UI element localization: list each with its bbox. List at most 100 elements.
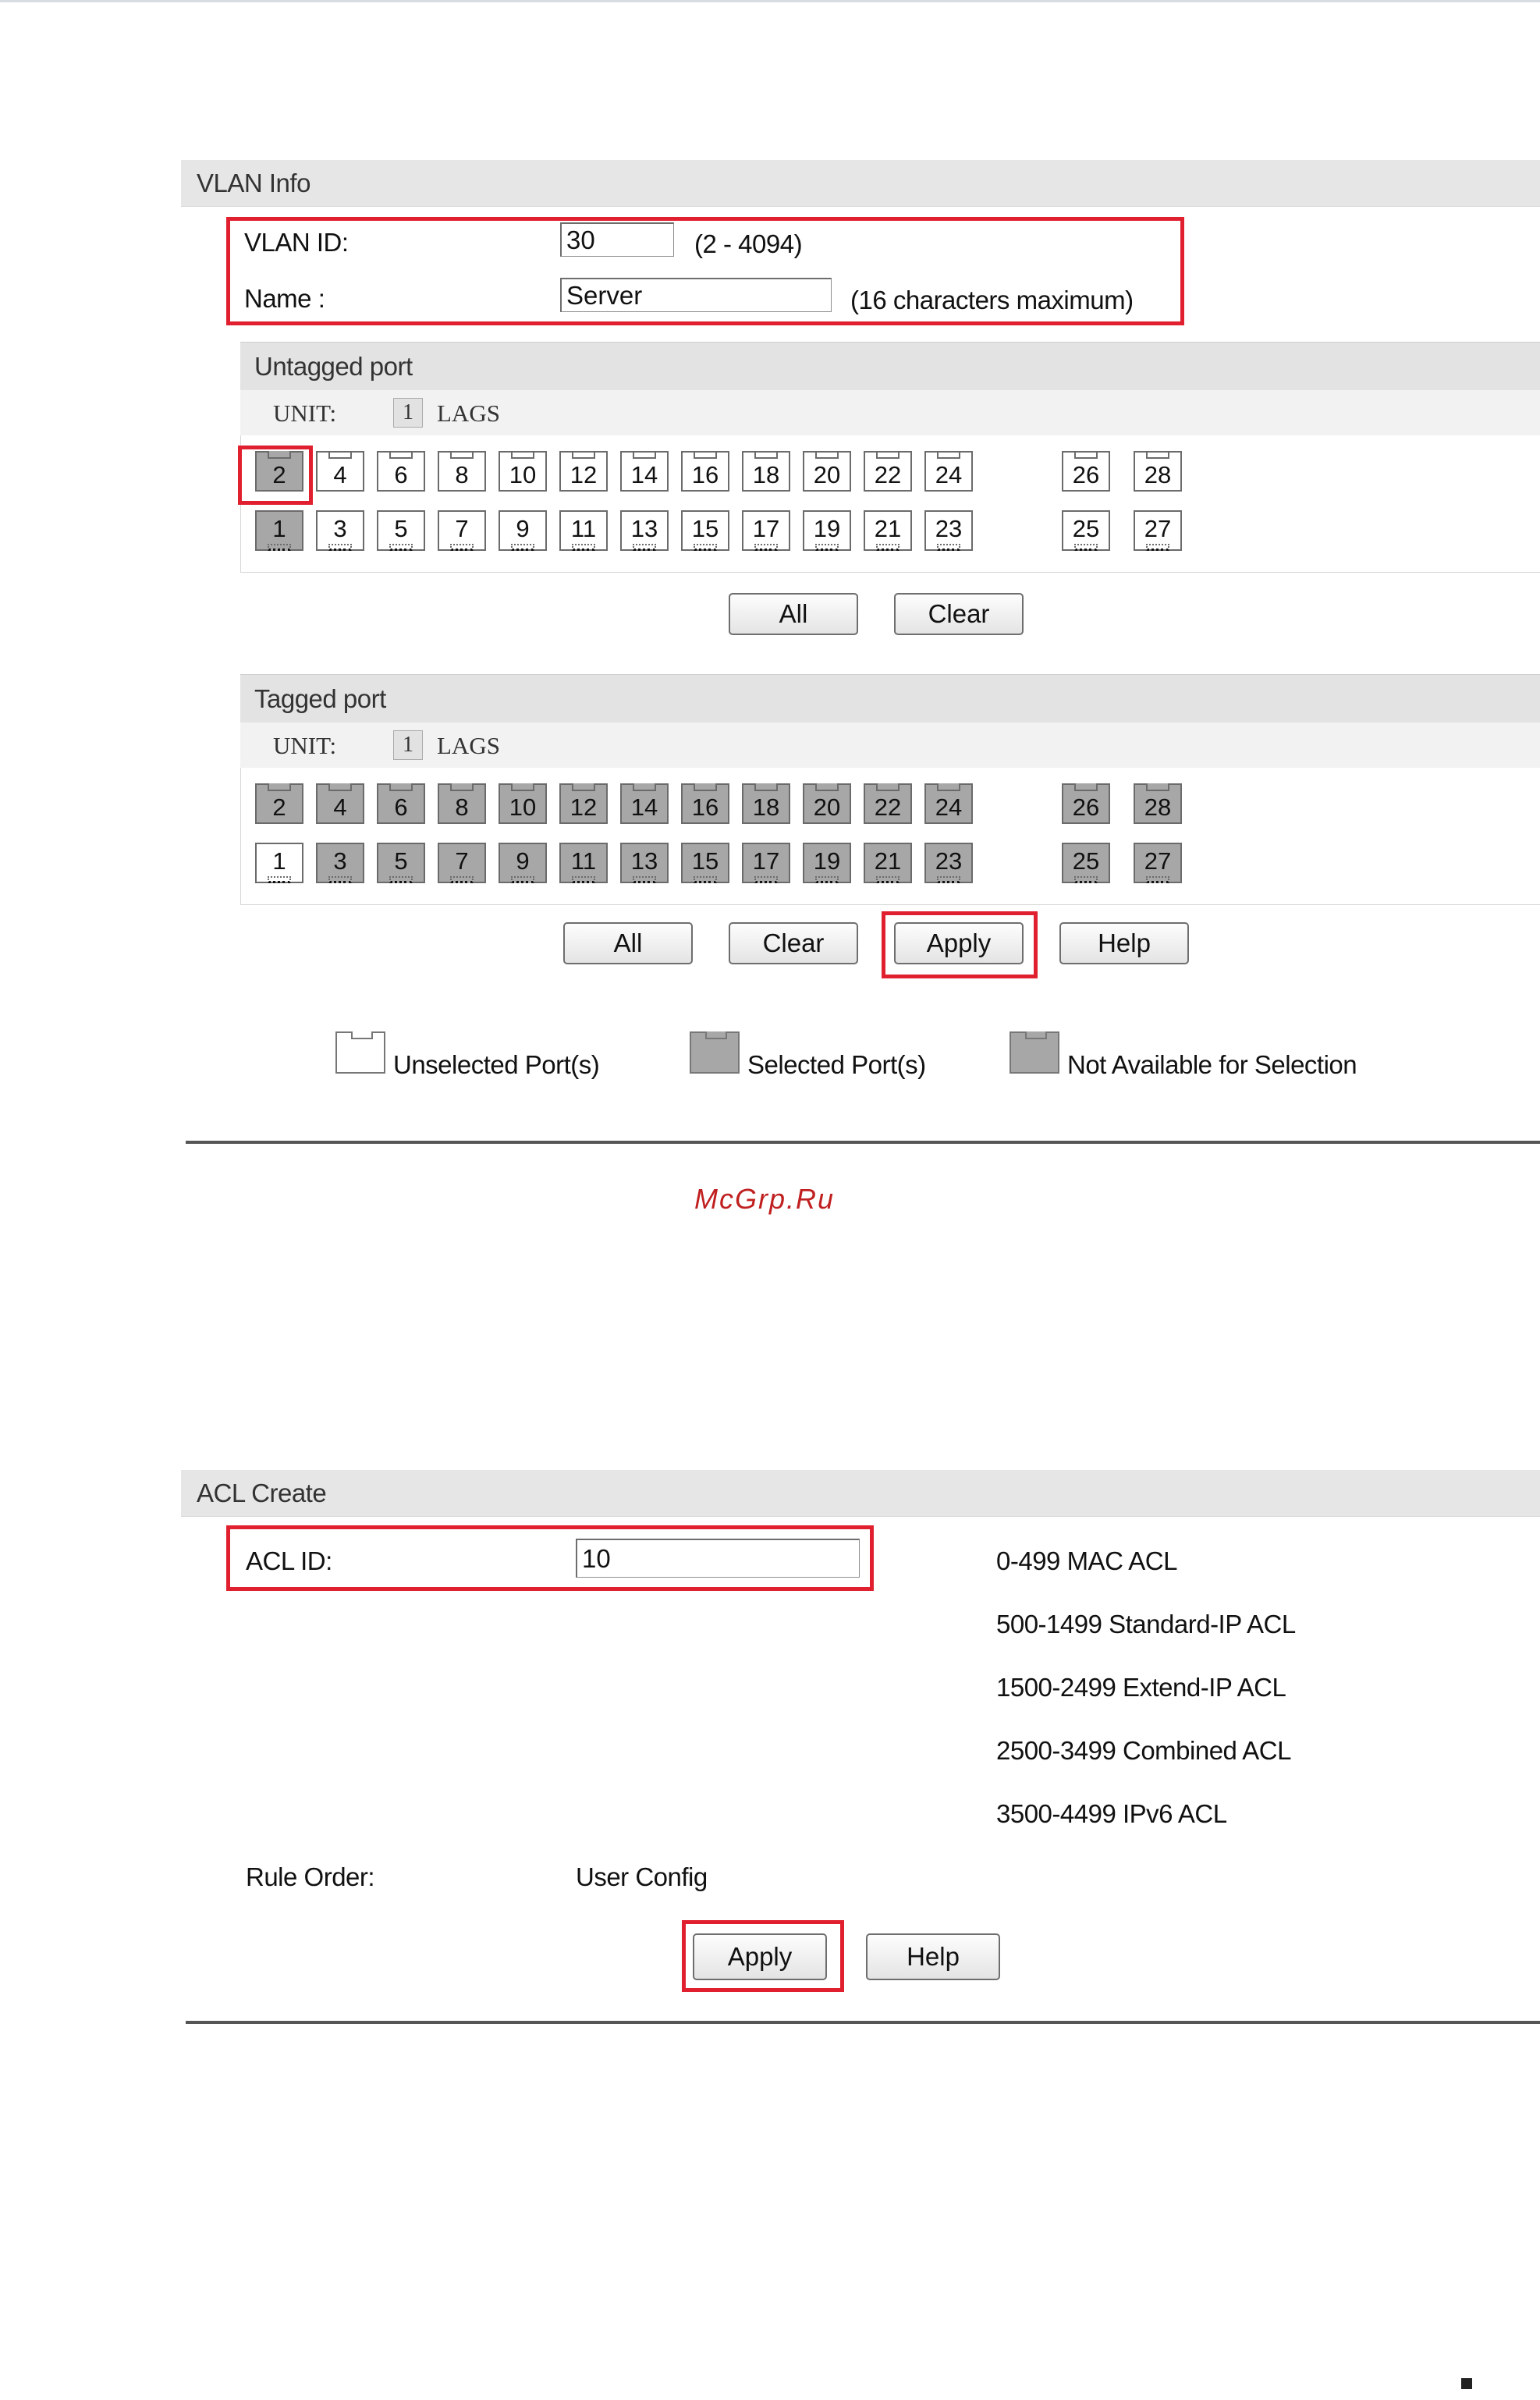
- untagged-clear-button[interactable]: Clear: [894, 593, 1024, 635]
- tagged-port-grid: 2 4 6 8 10 12 14 16 18 20 22 24 26 28 1 3 5 7 9 11 13 15 17 19…: [240, 768, 1540, 905]
- port-27[interactable]: 27: [1134, 510, 1182, 551]
- vlan-help-button[interactable]: Help: [1059, 922, 1189, 964]
- port-5[interactable]: 5: [377, 510, 425, 551]
- port-18[interactable]: 18: [742, 451, 790, 492]
- port-notch: [389, 876, 413, 883]
- port-notch: [572, 783, 595, 791]
- port-17[interactable]: 17: [742, 510, 790, 551]
- port-17[interactable]: 17: [742, 843, 790, 883]
- acl-range-ipv6: 3500-4499 IPv6 ACL: [996, 1799, 1227, 1828]
- port-21[interactable]: 21: [864, 510, 912, 551]
- port-14[interactable]: 14: [620, 451, 669, 492]
- port-6[interactable]: 6: [377, 783, 425, 824]
- port-notch: [633, 451, 656, 459]
- lags-link[interactable]: LAGS: [437, 399, 500, 428]
- acl-help-button[interactable]: Help: [866, 1933, 1000, 1980]
- port-12[interactable]: 12: [559, 783, 608, 824]
- port-number: 21: [874, 515, 902, 542]
- port-number: 4: [333, 461, 347, 488]
- port-28[interactable]: 28: [1134, 783, 1182, 824]
- port-18[interactable]: 18: [742, 783, 790, 824]
- port-notch: [694, 783, 717, 791]
- tagged-clear-button[interactable]: Clear: [729, 922, 858, 964]
- port-7[interactable]: 7: [438, 510, 486, 551]
- port-10[interactable]: 10: [499, 451, 547, 492]
- port-9[interactable]: 9: [499, 510, 547, 551]
- port-27[interactable]: 27: [1134, 843, 1182, 883]
- port-14[interactable]: 14: [620, 783, 669, 824]
- port-8[interactable]: 8: [438, 451, 486, 492]
- vlan-name-input[interactable]: [560, 278, 832, 312]
- port-number: 10: [509, 461, 537, 488]
- port-number: 25: [1072, 515, 1100, 542]
- port-4[interactable]: 4: [316, 451, 364, 492]
- port-20[interactable]: 20: [803, 783, 851, 824]
- port-16[interactable]: 16: [681, 451, 729, 492]
- port-number: 17: [752, 847, 780, 875]
- port-number: 18: [752, 793, 780, 821]
- port-1[interactable]: 1: [255, 510, 303, 551]
- port-notch: [389, 783, 413, 791]
- port-1[interactable]: 1: [255, 843, 303, 883]
- port-4[interactable]: 4: [316, 783, 364, 824]
- port-7[interactable]: 7: [438, 843, 486, 883]
- port-3[interactable]: 3: [316, 510, 364, 551]
- port-12[interactable]: 12: [559, 451, 608, 492]
- port-20[interactable]: 20: [803, 451, 851, 492]
- port-24[interactable]: 24: [924, 783, 973, 824]
- port-notch: [815, 451, 839, 459]
- port-notch: [389, 451, 413, 459]
- port-number: 1: [272, 515, 286, 542]
- port-number: 23: [935, 515, 963, 542]
- port-25[interactable]: 25: [1062, 843, 1110, 883]
- port-13[interactable]: 13: [620, 510, 669, 551]
- acl-apply-button[interactable]: Apply: [693, 1933, 827, 1980]
- port-10[interactable]: 10: [499, 783, 547, 824]
- port-19[interactable]: 19: [803, 510, 851, 551]
- lags-link[interactable]: LAGS: [437, 732, 500, 760]
- port-number: 11: [570, 847, 597, 875]
- port-13[interactable]: 13: [620, 843, 669, 883]
- acl-id-input[interactable]: [576, 1539, 860, 1578]
- port-notch: [694, 876, 717, 883]
- port-notch: [876, 451, 900, 459]
- port-11[interactable]: 11: [559, 843, 608, 883]
- tagged-all-button[interactable]: All: [563, 922, 693, 964]
- port-28[interactable]: 28: [1134, 451, 1182, 492]
- port-6[interactable]: 6: [377, 451, 425, 492]
- port-23[interactable]: 23: [924, 510, 973, 551]
- port-5[interactable]: 5: [377, 843, 425, 883]
- port-22[interactable]: 22: [864, 783, 912, 824]
- port-notch: [511, 876, 534, 883]
- port-2[interactable]: 2: [255, 783, 303, 824]
- port-3[interactable]: 3: [316, 843, 364, 883]
- port-26[interactable]: 26: [1062, 451, 1110, 492]
- port-25[interactable]: 25: [1062, 510, 1110, 551]
- port-24[interactable]: 24: [924, 451, 973, 492]
- vlan-id-hint: (2 - 4094): [694, 229, 803, 258]
- vlan-info-header: VLAN Info: [181, 160, 1540, 207]
- untagged-unit-row: UNIT: 1 LAGS: [240, 390, 1540, 435]
- vlan-apply-button[interactable]: Apply: [894, 922, 1024, 964]
- port-22[interactable]: 22: [864, 451, 912, 492]
- port-9[interactable]: 9: [499, 843, 547, 883]
- port-2[interactable]: 2: [255, 451, 303, 492]
- port-16[interactable]: 16: [681, 783, 729, 824]
- port-26[interactable]: 26: [1062, 783, 1110, 824]
- port-15[interactable]: 15: [681, 843, 729, 883]
- port-19[interactable]: 19: [803, 843, 851, 883]
- vlan-id-input[interactable]: [560, 222, 674, 257]
- untagged-all-button[interactable]: All: [729, 593, 858, 635]
- tagged-port-header: Tagged port: [240, 674, 1540, 722]
- port-11[interactable]: 11: [559, 510, 608, 551]
- acl-id-label: ACL ID:: [246, 1546, 332, 1575]
- unit-selector[interactable]: 1: [393, 398, 423, 428]
- port-notch: [268, 783, 291, 791]
- port-23[interactable]: 23: [924, 843, 973, 883]
- port-15[interactable]: 15: [681, 510, 729, 551]
- port-21[interactable]: 21: [864, 843, 912, 883]
- unit-selector[interactable]: 1: [393, 730, 423, 760]
- port-notch: [268, 544, 291, 551]
- port-8[interactable]: 8: [438, 783, 486, 824]
- port-notch: [694, 544, 717, 551]
